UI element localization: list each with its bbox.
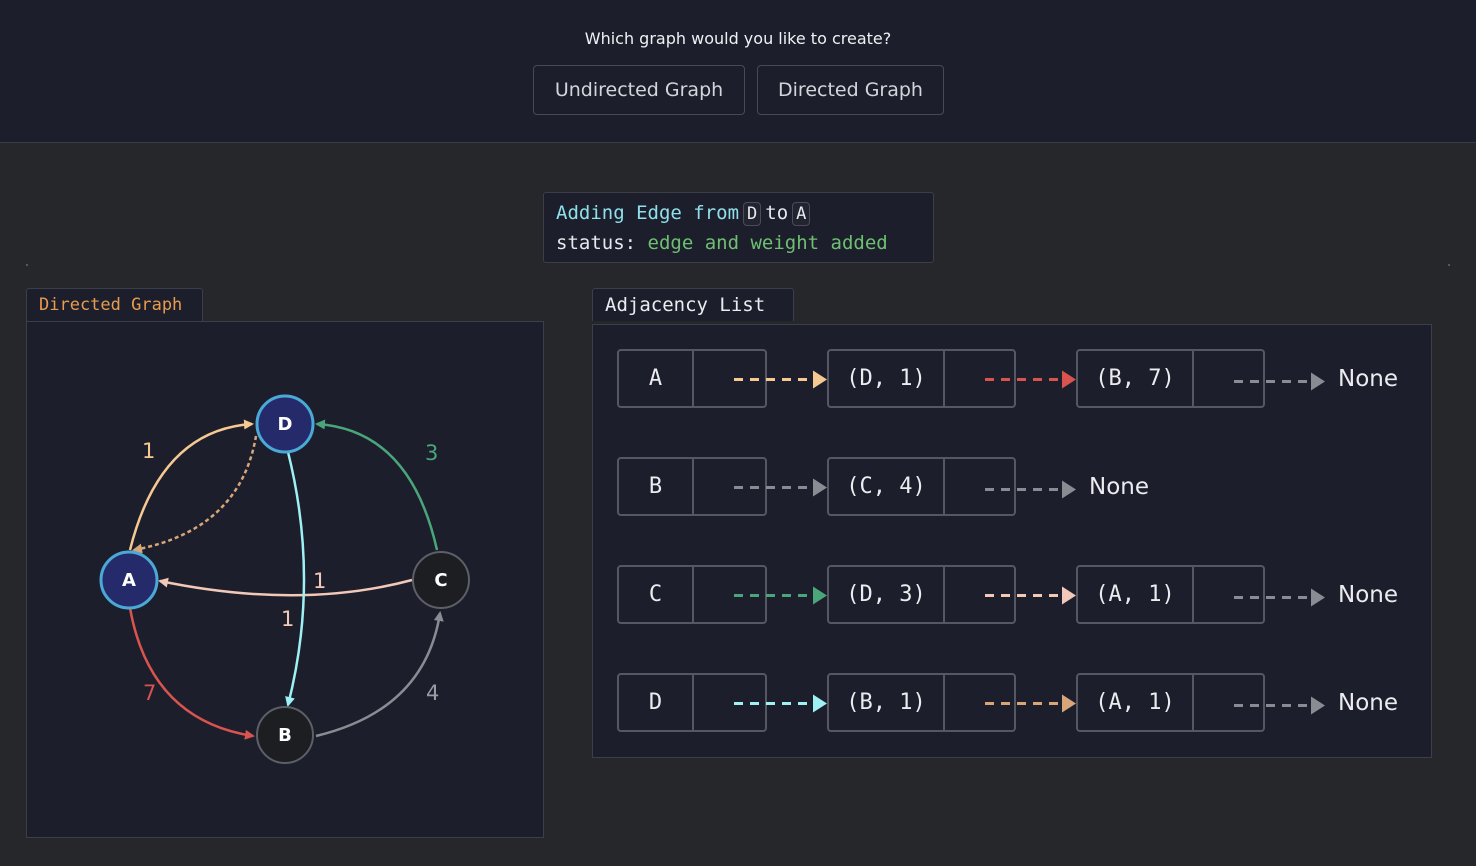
list-node-C-0-pointer (945, 567, 1014, 622)
edge-C-D (315, 419, 439, 551)
edge-weight-D-B: 1 (281, 607, 294, 631)
vertex-head-B[interactable]: B (617, 457, 767, 516)
edge-D-B (285, 451, 306, 707)
edge-weight-C-A: 1 (313, 569, 326, 593)
node-D[interactable]: D (255, 394, 315, 454)
null-pointer-label: None (1338, 689, 1399, 716)
vertex-head-D-value: D (619, 675, 694, 730)
node-label-C: C (434, 570, 447, 591)
adjacency-list-tab[interactable]: Adjacency List (592, 288, 794, 321)
list-node-D-1[interactable]: (A, 1) (1076, 673, 1265, 732)
list-node-D-0-value: (B, 1) (829, 675, 945, 730)
list-node-C-1-pointer (1194, 567, 1263, 622)
edge-weight-A-B: 7 (143, 681, 156, 705)
list-node-A-0-value: (D, 1) (829, 351, 945, 406)
vertex-head-C-pointer (694, 567, 765, 622)
list-node-D-1-value: (A, 1) (1078, 675, 1194, 730)
vertex-head-B-pointer (694, 459, 765, 514)
list-node-A-1-value: (B, 7) (1078, 351, 1194, 406)
list-node-C-0[interactable]: (D, 3) (827, 565, 1016, 624)
vertex-head-D-pointer (694, 675, 765, 730)
list-node-C-1[interactable]: (A, 1) (1076, 565, 1265, 624)
edge-weight-B-C: 4 (426, 681, 439, 705)
list-node-A-1[interactable]: (B, 7) (1076, 349, 1265, 408)
vertex-head-A-value: A (619, 351, 694, 406)
list-node-A-0-pointer (945, 351, 1014, 406)
list-node-D-1-pointer (1194, 675, 1263, 730)
null-pointer-label: None (1338, 365, 1399, 392)
vertex-head-C[interactable]: C (617, 565, 767, 624)
list-node-B-0[interactable]: (C, 4) (827, 457, 1016, 516)
list-node-D-0[interactable]: (B, 1) (827, 673, 1016, 732)
node-label-B: B (278, 725, 292, 746)
edge-A-B (128, 607, 255, 740)
edge-C-A (158, 577, 413, 597)
edge-B-C (315, 611, 444, 738)
vertex-head-A[interactable]: A (617, 349, 767, 408)
vertex-head-B-value: B (619, 459, 694, 514)
list-node-A-0[interactable]: (D, 1) (827, 349, 1016, 408)
list-node-C-0-value: (D, 3) (829, 567, 945, 622)
node-C[interactable]: C (412, 551, 470, 609)
null-pointer-label: None (1089, 473, 1150, 500)
list-node-B-0-pointer (945, 459, 1014, 514)
vertex-head-A-pointer (694, 351, 765, 406)
edge-weight-A-D: 1 (142, 439, 155, 463)
list-node-A-1-pointer (1194, 351, 1263, 406)
null-pointer-label: None (1338, 581, 1399, 608)
vertex-head-D[interactable]: D (617, 673, 767, 732)
list-node-C-1-value: (A, 1) (1078, 567, 1194, 622)
node-label-D: D (278, 414, 293, 435)
node-B[interactable]: B (256, 706, 314, 764)
edge-weight-C-D: 3 (425, 441, 438, 465)
node-label-A: A (122, 570, 136, 591)
list-node-B-0-value: (C, 4) (829, 459, 945, 514)
node-A[interactable]: A (99, 550, 159, 610)
list-node-D-0-pointer (945, 675, 1014, 730)
vertex-head-C-value: C (619, 567, 694, 622)
